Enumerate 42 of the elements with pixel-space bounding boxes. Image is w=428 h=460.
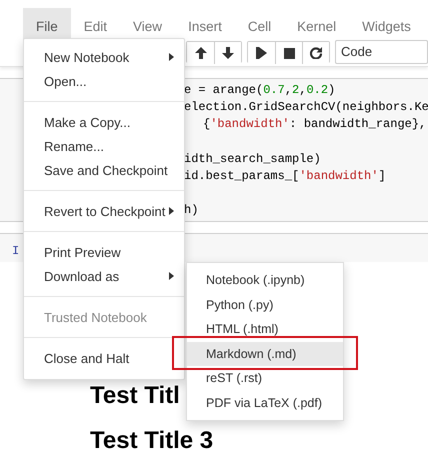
- menu-item[interactable]: Cell: [234, 8, 284, 45]
- menu-item[interactable]: Save and Checkpoint: [24, 158, 184, 182]
- menu-item[interactable]: Open...: [24, 69, 184, 93]
- restart-button[interactable]: [302, 42, 329, 64]
- cell-type-select[interactable]: Code: [335, 40, 428, 64]
- code-line: h): [184, 203, 198, 218]
- restart-icon: [310, 47, 322, 59]
- arrow-up-icon: [194, 47, 206, 59]
- menu-item[interactable]: View: [120, 8, 176, 45]
- menu-item[interactable]: Python (.py): [187, 292, 343, 317]
- menu-item[interactable]: Close and Halt: [24, 346, 184, 370]
- run-button[interactable]: [248, 42, 275, 64]
- menu-item[interactable]: Make a Copy...: [24, 110, 184, 134]
- menu-item[interactable]: reST (.rst): [187, 366, 343, 390]
- stop-button[interactable]: [275, 42, 302, 64]
- menu-item[interactable]: Rename...: [24, 134, 184, 158]
- code-line: {'bandwidth': bandwidth_range},: [203, 117, 426, 132]
- menu-item[interactable]: Notebook (.ipynb): [187, 268, 343, 292]
- caret-icon: [169, 272, 174, 280]
- code-line: election.GridSearchCV(neighbors.Ke: [184, 100, 428, 114]
- menu-item[interactable]: Insert: [175, 8, 235, 45]
- menu-item[interactable]: Markdown (.md): [187, 342, 343, 366]
- menu-item[interactable]: New Notebook: [24, 45, 184, 69]
- menu-item[interactable]: Download as: [24, 264, 184, 288]
- up-arrow-button[interactable]: [187, 42, 214, 64]
- input-prompt: I: [12, 243, 20, 258]
- caret-icon: [169, 207, 174, 215]
- arrow-down-icon: [222, 47, 234, 59]
- stop-icon: [284, 48, 294, 58]
- markdown-heading: Test Titl: [90, 382, 180, 410]
- menu-item[interactable]: Print Preview: [24, 240, 184, 264]
- code-line: id.best_params_['bandwidth']: [184, 168, 386, 183]
- caret-icon: [169, 53, 174, 61]
- menu-item[interactable]: Edit: [70, 8, 120, 45]
- menu-item[interactable]: Revert to Checkpoint: [24, 199, 184, 223]
- code-line: idth_search_sample): [184, 152, 321, 166]
- menu-item[interactable]: HTML (.html): [187, 317, 343, 342]
- down-arrow-button[interactable]: [214, 42, 241, 64]
- menu-item[interactable]: PDF via LaTeX (.pdf): [187, 390, 343, 415]
- step-forward-icon: [256, 47, 267, 59]
- code-line: e = arange(0.7,2,0.2): [184, 83, 336, 97]
- markdown-heading: Test Title 3: [90, 427, 214, 455]
